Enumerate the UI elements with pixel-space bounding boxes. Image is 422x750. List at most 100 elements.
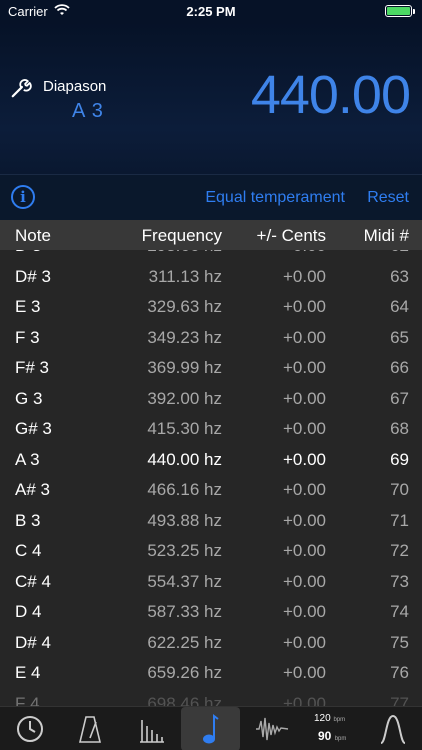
diapason-label: Diapason [43, 78, 107, 95]
table-row[interactable]: D 4 587.33 hz +0.00 74 [0, 595, 422, 626]
row-midi: 75 [390, 632, 409, 652]
table-row[interactable]: E 3 329.63 hz +0.00 64 [0, 290, 422, 321]
clock-icon [16, 716, 43, 742]
table-row[interactable]: B 3 493.88 hz +0.00 71 [0, 504, 422, 535]
row-cents: +0.00 [282, 388, 326, 408]
metronome-icon [78, 716, 101, 743]
table-header: Note Frequency +/- Cents Midi # [0, 220, 422, 250]
tab-clock[interactable] [0, 707, 59, 750]
reset-button[interactable]: Reset [367, 189, 409, 207]
tab-metronome[interactable] [60, 707, 119, 750]
table-row[interactable]: C 4 523.25 hz +0.00 72 [0, 534, 422, 565]
row-note: D# 3 [15, 266, 51, 286]
row-cents: +0.00 [282, 358, 326, 377]
table-row[interactable]: E 4 659.26 hz +0.00 76 [0, 656, 422, 687]
row-midi: 76 [390, 663, 409, 682]
row-cents: +0.00 [282, 510, 326, 530]
column-header-cents: +/- Cents [256, 226, 326, 245]
row-note: C# 4 [15, 571, 51, 591]
table-row[interactable]: C# 4 554.37 hz +0.00 73 [0, 565, 422, 596]
tab-bpm[interactable]: 120 bpm 90 bpm [302, 707, 361, 750]
bpm-bottom-value: 90 bpm [318, 729, 347, 743]
status-bar: Carrier 2:25 PM [0, 0, 422, 22]
reference-note[interactable]: A 3 [72, 100, 104, 123]
table-row[interactable]: D# 3 311.13 hz +0.00 63 [0, 260, 422, 291]
row-midi: 73 [390, 571, 409, 591]
row-note: B 3 [15, 510, 41, 530]
row-frequency: 523.25 hz [147, 541, 222, 560]
info-icon[interactable]: i [11, 185, 35, 209]
row-note: D 4 [15, 602, 42, 621]
row-cents: +0.00 [282, 663, 326, 682]
row-frequency: 659.26 hz [147, 663, 222, 682]
row-note: C 4 [15, 541, 42, 560]
row-midi: 72 [390, 541, 409, 560]
tuning-toolbar: i Equal temperament Reset [0, 174, 422, 220]
row-midi: 74 [390, 602, 409, 621]
row-cents: +0.00 [282, 693, 326, 707]
row-frequency: 587.33 hz [147, 602, 222, 621]
table-row[interactable]: A# 3 466.16 hz +0.00 70 [0, 473, 422, 504]
frequency-table[interactable]: Note Frequency +/- Cents Midi # D 3293.6… [0, 220, 422, 706]
row-frequency: 369.99 hz [147, 358, 222, 377]
row-frequency: 349.23 hz [147, 327, 222, 347]
row-note: E 3 [15, 297, 41, 316]
row-note: E 4 [15, 663, 41, 682]
row-cents: +0.00 [282, 571, 326, 591]
sine-wave-icon [379, 714, 406, 744]
column-header-frequency: Frequency [141, 226, 222, 245]
row-note: A# 3 [15, 480, 50, 499]
column-header-note: Note [15, 226, 51, 245]
row-frequency: 392.00 hz [147, 388, 222, 408]
row-note: D# 4 [15, 632, 51, 652]
row-midi: 63 [390, 266, 409, 286]
row-cents: +0.00 [282, 327, 326, 347]
row-note: F 4 [15, 693, 40, 707]
row-cents: +0.00 [282, 632, 326, 652]
table-row[interactable]: F# 3 369.99 hz +0.00 66 [0, 351, 422, 382]
wrench-icon[interactable] [10, 77, 32, 99]
tab-waveform[interactable] [242, 707, 301, 750]
row-midi: 64 [390, 297, 409, 316]
row-midi: 69 [390, 449, 409, 469]
tab-bar: 120 bpm 90 bpm [0, 706, 422, 750]
row-midi: 77 [390, 693, 409, 707]
clock-time: 2:25 PM [186, 4, 236, 19]
tab-equalizer[interactable] [121, 707, 180, 750]
battery-icon [385, 5, 415, 17]
row-note: G 3 [15, 388, 43, 408]
row-cents: +0.00 [282, 419, 326, 438]
diapason-header: Diapason A 3 440.00 [0, 22, 422, 174]
row-midi: 67 [390, 388, 409, 408]
row-frequency: 493.88 hz [147, 510, 222, 530]
table-row[interactable]: A 3 440.00 hz +0.00 69 [0, 443, 422, 474]
row-cents: +0.00 [282, 449, 326, 469]
tab-tuning[interactable] [181, 707, 240, 750]
row-note: G# 3 [15, 419, 52, 438]
reference-frequency-display[interactable]: 440.00 [251, 64, 411, 126]
row-frequency: 329.63 hz [147, 297, 222, 316]
row-midi: 65 [390, 327, 409, 347]
row-frequency: 622.25 hz [147, 632, 222, 652]
row-cents: +0.00 [282, 480, 326, 499]
temperament-button[interactable]: Equal temperament [205, 189, 345, 207]
table-rows: D 3293.66 hz+0.0062D# 3311.13 hz+0.0063E… [0, 229, 422, 706]
row-frequency: 698.46 hz [147, 693, 222, 707]
row-midi: 68 [390, 419, 409, 438]
row-frequency: 440.00 hz [147, 449, 222, 469]
row-note: A 3 [15, 449, 40, 469]
table-row[interactable]: F 3 349.23 hz +0.00 65 [0, 321, 422, 352]
tab-sine[interactable] [363, 707, 422, 750]
table-row[interactable]: G 3 392.00 hz +0.00 67 [0, 382, 422, 413]
waveform-icon [255, 717, 288, 741]
row-cents: +0.00 [282, 297, 326, 316]
row-note: F 3 [15, 327, 40, 347]
table-row[interactable]: F 4 698.46 hz +0.00 77 [0, 687, 422, 707]
table-row[interactable]: G# 3 415.30 hz +0.00 68 [0, 412, 422, 443]
row-midi: 66 [390, 358, 409, 377]
row-midi: 70 [390, 480, 409, 499]
equalizer-icon [139, 720, 164, 743]
row-cents: +0.00 [282, 266, 326, 286]
table-row[interactable]: D# 4 622.25 hz +0.00 75 [0, 626, 422, 657]
row-frequency: 415.30 hz [147, 419, 222, 438]
